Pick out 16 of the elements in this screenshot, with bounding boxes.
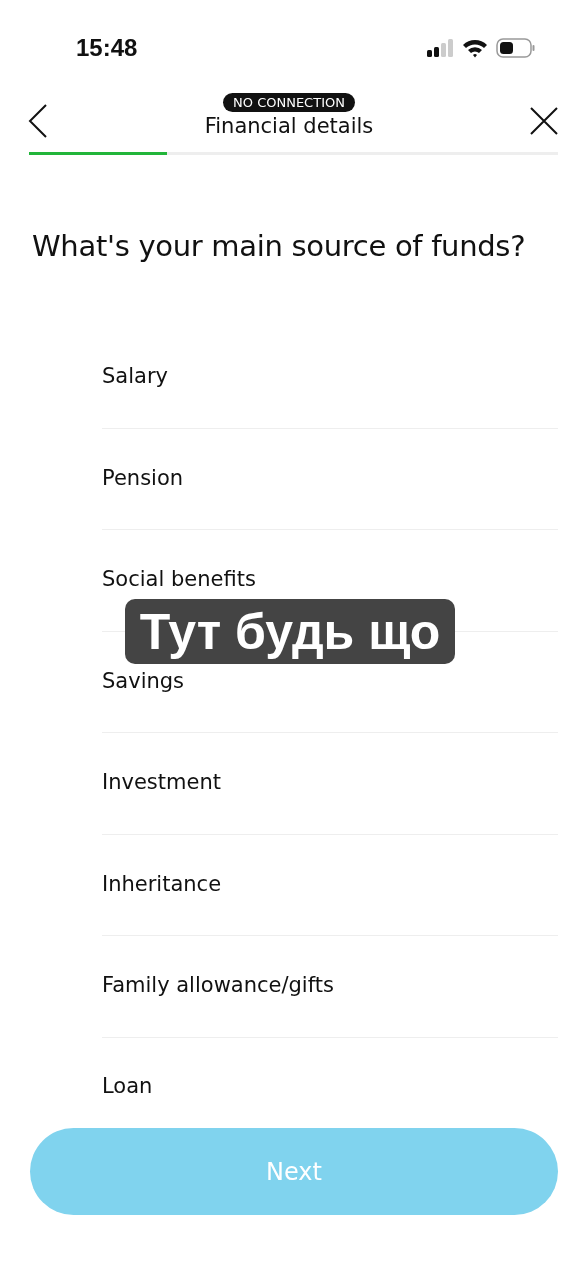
- battery-icon: [496, 38, 536, 58]
- signal-icon: [426, 39, 454, 57]
- option-item[interactable]: Inheritance: [102, 834, 558, 936]
- page-title: Financial details: [204, 114, 374, 138]
- option-item[interactable]: Salary: [102, 327, 558, 429]
- question-heading: What's your main source of funds?: [32, 229, 527, 263]
- back-icon[interactable]: [28, 104, 48, 138]
- no-connection-badge: NO CONNECTION: [223, 93, 355, 112]
- caption-overlay: Тут будь що: [125, 599, 455, 664]
- option-item[interactable]: Pension: [102, 428, 558, 530]
- option-item[interactable]: Loan: [102, 1037, 558, 1118]
- option-item[interactable]: Investment: [102, 733, 558, 835]
- status-time: 15:48: [76, 34, 138, 62]
- wifi-icon: [462, 38, 488, 58]
- option-item[interactable]: Family allowance/gifts: [102, 936, 558, 1038]
- close-icon[interactable]: [530, 107, 558, 135]
